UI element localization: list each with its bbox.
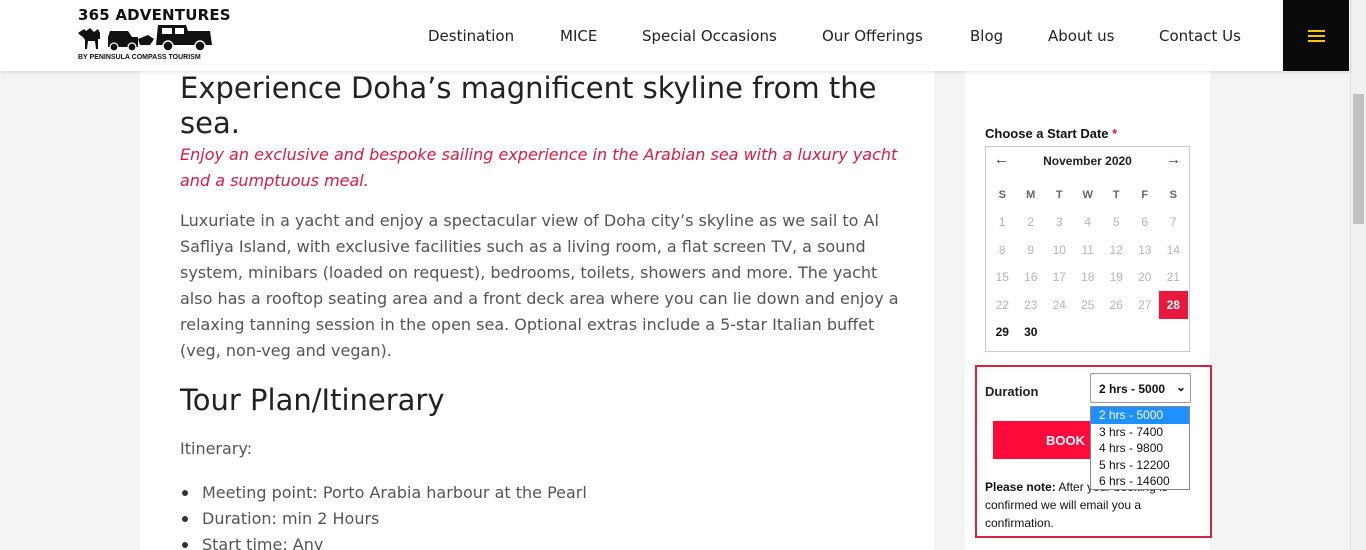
list-item: Duration: min 2 Hours bbox=[180, 506, 900, 532]
list-item: Meeting point: Porto Arabia harbour at t… bbox=[180, 480, 900, 506]
calendar-day: 12 bbox=[1109, 242, 1123, 257]
tagline: Enjoy an exclusive and bespoke sailing e… bbox=[180, 145, 898, 190]
calendar-day: 23 bbox=[1024, 297, 1038, 312]
hamburger-icon bbox=[1307, 29, 1325, 42]
logo-subtitle: BY PENINSULA COMPASS TOURISM bbox=[78, 54, 201, 61]
calendar-day: 16 bbox=[1024, 270, 1038, 285]
duration-option[interactable]: 2 hrs - 5000 bbox=[1091, 407, 1189, 424]
calendar-day: 10 bbox=[1052, 242, 1066, 257]
note-heading: Please note: bbox=[985, 480, 1056, 494]
calendar-day[interactable]: 30 bbox=[1017, 319, 1046, 347]
menu-button[interactable] bbox=[1283, 0, 1349, 71]
calendar-day: 8 bbox=[998, 242, 1006, 257]
required-mark: * bbox=[1112, 126, 1118, 141]
weekday-label: M bbox=[1026, 188, 1036, 201]
calendar-day: 26 bbox=[1109, 297, 1123, 312]
calendar-day: 6 bbox=[1141, 215, 1149, 230]
calendar-day: 9 bbox=[1027, 242, 1035, 257]
calendar-day: 4 bbox=[1084, 215, 1092, 230]
book-button-label: BOOK bbox=[1046, 432, 1085, 448]
nav-blog[interactable]: Blog bbox=[970, 27, 1003, 45]
duration-select[interactable]: 2 hrs - 5000 ⌄ bbox=[1090, 373, 1191, 403]
calendar-day: 27 bbox=[1138, 297, 1152, 312]
weekday-label: S bbox=[1169, 188, 1177, 201]
calendar-day: 5 bbox=[1112, 215, 1120, 230]
page-scrollbar[interactable] bbox=[1350, 0, 1366, 550]
calendar-header: ← November 2020 → bbox=[986, 147, 1189, 175]
calendar-day: 15 bbox=[995, 270, 1009, 285]
chevron-down-icon: ⌄ bbox=[1175, 380, 1186, 394]
duration-dropdown-list: 2 hrs - 5000 3 hrs - 7400 4 hrs - 9800 5… bbox=[1090, 406, 1190, 490]
weekday-label: T bbox=[1055, 188, 1063, 201]
calendar-day: 11 bbox=[1081, 242, 1094, 257]
main-content: Experience Doha’s magnificent skyline fr… bbox=[140, 71, 934, 550]
weekday-label: S bbox=[998, 188, 1006, 201]
calendar-day: 3 bbox=[1055, 215, 1063, 230]
itinerary-label: Itinerary: bbox=[180, 439, 253, 458]
site-logo[interactable]: 365 ADVENTURES BY PENINSULA COMPASS TOUR… bbox=[76, 4, 231, 64]
duration-option[interactable]: 5 hrs - 12200 bbox=[1091, 457, 1189, 474]
calendar-day: 17 bbox=[1052, 270, 1066, 285]
nav-our-offerings[interactable]: Our Offerings bbox=[822, 27, 923, 45]
list-item: Start time: Any bbox=[180, 532, 900, 550]
weekday-label: F bbox=[1141, 188, 1149, 201]
calendar-day: 14 bbox=[1166, 242, 1180, 257]
nav-special-occasions[interactable]: Special Occasions bbox=[642, 27, 777, 45]
duration-selected-value: 2 hrs - 5000 bbox=[1099, 382, 1166, 396]
calendar-day[interactable]: 29 bbox=[988, 319, 1017, 347]
calendar-day: 21 bbox=[1166, 270, 1180, 285]
nav-about-us[interactable]: About us bbox=[1048, 27, 1114, 45]
duration-option[interactable]: 3 hrs - 7400 bbox=[1091, 424, 1189, 441]
calendar-day: 25 bbox=[1081, 297, 1095, 312]
calendar-day: 24 bbox=[1052, 297, 1066, 312]
logo-vehicles-icon bbox=[78, 25, 212, 52]
calendar-grid: S M T W T F S 1 2 3 4 5 6 7 8 9 10 11 12 13 14 15 16 17 18 19 20 21… bbox=[988, 181, 1188, 346]
duration-label: Duration bbox=[985, 384, 1039, 399]
nav-destination[interactable]: Destination bbox=[428, 27, 514, 45]
calendar-day: 7 bbox=[1169, 215, 1177, 230]
calendar-day: 20 bbox=[1138, 270, 1152, 285]
date-picker: ← November 2020 → S M T W T F S 1 2 3 4 5 6 7 8 9 10 11 12… bbox=[985, 146, 1190, 352]
calendar-day: 1 bbox=[998, 215, 1006, 230]
duration-option[interactable]: 4 hrs - 9800 bbox=[1091, 440, 1189, 457]
section-title: Tour Plan/Itinerary bbox=[180, 383, 445, 417]
weekday-label: T bbox=[1112, 188, 1120, 201]
calendar-day-selected[interactable]: 28 bbox=[1159, 291, 1188, 319]
site-header: 365 ADVENTURES BY PENINSULA COMPASS TOUR… bbox=[0, 0, 1350, 71]
duration-option[interactable]: 6 hrs - 14600 bbox=[1091, 473, 1189, 490]
page-title: Experience Doha’s magnificent skyline fr… bbox=[180, 71, 877, 140]
start-date-label-text: Choose a Start Date bbox=[985, 126, 1109, 141]
calendar-day: 22 bbox=[995, 297, 1009, 312]
start-date-label: Choose a Start Date * bbox=[985, 126, 1117, 141]
calendar-day: 19 bbox=[1109, 270, 1123, 285]
nav-contact-us[interactable]: Contact Us bbox=[1159, 27, 1241, 45]
arrow-right-icon[interactable]: → bbox=[1166, 151, 1181, 168]
weekday-label: W bbox=[1082, 188, 1093, 201]
calendar-day: 18 bbox=[1081, 270, 1095, 285]
description: Luxuriate in a yacht and enjoy a spectac… bbox=[180, 211, 899, 360]
calendar-month: November 2020 bbox=[1043, 154, 1132, 168]
nav-mice[interactable]: MICE bbox=[560, 27, 597, 45]
itinerary-list: Meeting point: Porto Arabia harbour at t… bbox=[180, 480, 900, 550]
calendar-day: 13 bbox=[1138, 242, 1152, 257]
scrollbar-thumb[interactable] bbox=[1353, 94, 1364, 224]
calendar-day: 2 bbox=[1027, 215, 1035, 230]
logo-title: 365 ADVENTURES bbox=[78, 6, 231, 24]
